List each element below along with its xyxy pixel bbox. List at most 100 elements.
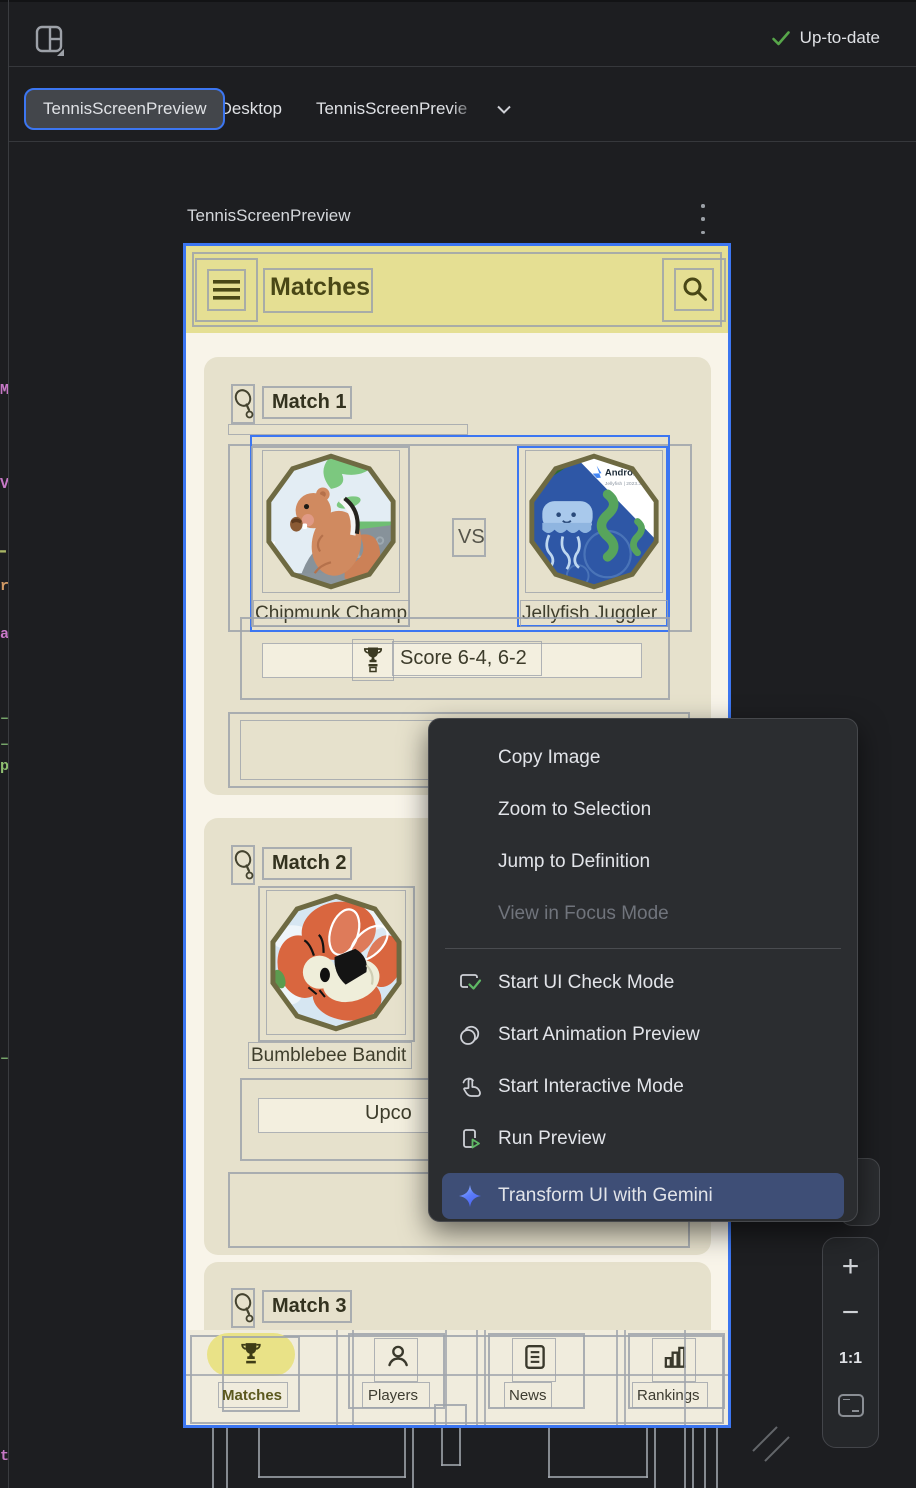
menu-item-jump-to-definition[interactable]: Jump to Definition <box>429 836 857 888</box>
layout-bounds-line <box>404 1428 406 1478</box>
animation-icon <box>457 1022 483 1048</box>
code-fragment: – <box>0 710 8 727</box>
zoom-actual-size-button[interactable]: 1:1 <box>828 1336 873 1382</box>
menu-item-label: Transform UI with Gemini <box>498 1185 713 1207</box>
bottom-navigation-bar: Matches Players <box>186 1330 728 1428</box>
preview-context-menu: Copy Image Zoom to Selection Jump to Def… <box>428 718 858 1222</box>
layout-bounds-line <box>548 1428 550 1478</box>
resize-handle-icon[interactable] <box>752 1426 777 1451</box>
fit-screen-icon[interactable] <box>828 1382 873 1428</box>
layout-bounds-line <box>684 1428 686 1488</box>
layout-bounds-line <box>704 1428 706 1488</box>
menu-item-zoom-to-selection[interactable]: Zoom to Selection <box>429 784 857 836</box>
match-label: Match 1 <box>272 391 346 414</box>
match-label: Match 3 <box>272 1295 346 1318</box>
layout-bounds-line <box>186 1374 728 1376</box>
menu-item-label: Zoom to Selection <box>498 799 651 821</box>
zoom-controls-panel: + − 1:1 <box>822 1237 879 1448</box>
menu-item-label: Copy Image <box>498 747 600 769</box>
menu-item-transform-ui-with-gemini[interactable]: Transform UI with Gemini <box>442 1173 844 1219</box>
tabbar-separator <box>9 141 916 142</box>
run-preview-icon <box>457 1126 483 1152</box>
resize-handle-icon[interactable] <box>764 1436 789 1461</box>
kebab-menu-icon[interactable] <box>698 204 708 234</box>
chevron-down-icon[interactable] <box>492 97 516 121</box>
code-fragment: – <box>0 1050 8 1067</box>
layout-bounds-line <box>412 1428 414 1488</box>
toolbar-separator <box>9 66 916 67</box>
status-label: Up-to-date <box>800 28 880 48</box>
ui-check-icon <box>457 970 483 996</box>
code-fragment: p <box>0 758 8 775</box>
menu-item-label: Start Interactive Mode <box>498 1076 684 1098</box>
preview-tab-bar: TennisScreenPreview TennisScreenPreview … <box>24 88 516 130</box>
layout-bounds-line <box>484 1330 486 1428</box>
nav-label-matches: Matches <box>222 1387 282 1404</box>
code-fragment: r <box>0 578 8 595</box>
layout-bounds <box>228 424 468 435</box>
code-fragment: t <box>0 1448 8 1465</box>
android-studio-compose-preview-panel: M V ▬ r a – – p – t Up-to-date TennisScr… <box>0 0 916 1488</box>
layout-bounds-line <box>476 1330 478 1428</box>
layout-bounds-line <box>459 1428 461 1466</box>
layout-bounds-line <box>624 1330 626 1428</box>
tennis-racket-icon <box>233 1293 255 1323</box>
layout-bounds-line <box>654 1428 656 1488</box>
news-icon <box>522 1343 548 1371</box>
nav-label-news: News <box>509 1387 547 1404</box>
layout-bounds-line <box>616 1330 618 1428</box>
nav-label-players: Players <box>368 1387 418 1404</box>
zoom-in-button[interactable]: + <box>828 1244 873 1290</box>
app-bar-title: Matches <box>270 273 370 302</box>
match-label: Match 2 <box>272 852 346 875</box>
tennis-racket-icon <box>233 850 255 880</box>
preview-title: TennisScreenPreview <box>187 206 350 226</box>
menu-item-view-in-focus-mode: View in Focus Mode <box>429 888 857 940</box>
layout-bounds-line <box>258 1476 406 1478</box>
layout-bounds-line <box>258 1428 260 1478</box>
trophy-icon <box>238 1341 264 1371</box>
avatar-bumblebee-bandit <box>267 891 405 1034</box>
gemini-sparkle-icon <box>457 1183 483 1209</box>
check-icon <box>770 27 792 49</box>
vs-label: VS <box>458 526 485 549</box>
score-text: Score 6-4, 6-2 <box>400 647 527 670</box>
menu-item-copy-image[interactable]: Copy Image <box>429 732 857 784</box>
zoom-out-button[interactable]: − <box>828 1290 873 1336</box>
avatar-jellyfish-juggler: Android St Jellyfish | 2023.3.1 <box>526 451 662 592</box>
menu-item-label: Jump to Definition <box>498 851 650 873</box>
player1-name: Bumblebee Bandit <box>251 1045 406 1067</box>
menu-separator <box>445 948 841 949</box>
search-icon[interactable] <box>681 275 709 303</box>
interactive-icon <box>457 1074 483 1100</box>
layout-bounds-line <box>212 1428 214 1488</box>
code-fragment: V <box>0 476 8 493</box>
layout-bounds-line <box>226 1428 228 1488</box>
panel-top-edge <box>0 0 916 2</box>
menu-item-start-ui-check-mode[interactable]: Start UI Check Mode <box>429 957 857 1009</box>
code-fragment: ▬ <box>0 546 8 557</box>
hamburger-icon[interactable] <box>213 280 240 301</box>
person-icon <box>384 1343 410 1371</box>
code-fragment: a <box>0 626 8 643</box>
tab-tennisscreenpreview[interactable]: TennisScreenPreview <box>24 88 225 130</box>
layout-bounds-line <box>646 1428 648 1478</box>
layout-bounds-line <box>548 1476 648 1478</box>
nav-label-rankings: Rankings <box>637 1387 700 1404</box>
tab-tennisscreenpreview-3[interactable]: TennisScreenPrevie <box>299 88 484 130</box>
menu-item-run-preview[interactable]: Run Preview <box>429 1113 857 1165</box>
layout-bounds-line <box>441 1428 443 1466</box>
code-fragment: – <box>0 736 8 753</box>
editor-layout-icon[interactable] <box>34 24 66 58</box>
menu-item-start-interactive-mode[interactable]: Start Interactive Mode <box>429 1061 857 1113</box>
layout-bounds-line <box>336 1330 338 1428</box>
layout-bounds-line <box>684 1330 686 1428</box>
match-status-text: Upco <box>365 1102 412 1125</box>
tennis-racket-icon <box>233 389 255 419</box>
trophy-icon <box>361 645 385 674</box>
avatar-chipmunk-champ <box>263 451 399 592</box>
menu-item-start-animation-preview[interactable]: Start Animation Preview <box>429 1009 857 1061</box>
layout-bounds-line <box>692 1428 694 1488</box>
menu-item-label: Start Animation Preview <box>498 1024 700 1046</box>
layout-bounds-line <box>716 1428 718 1488</box>
